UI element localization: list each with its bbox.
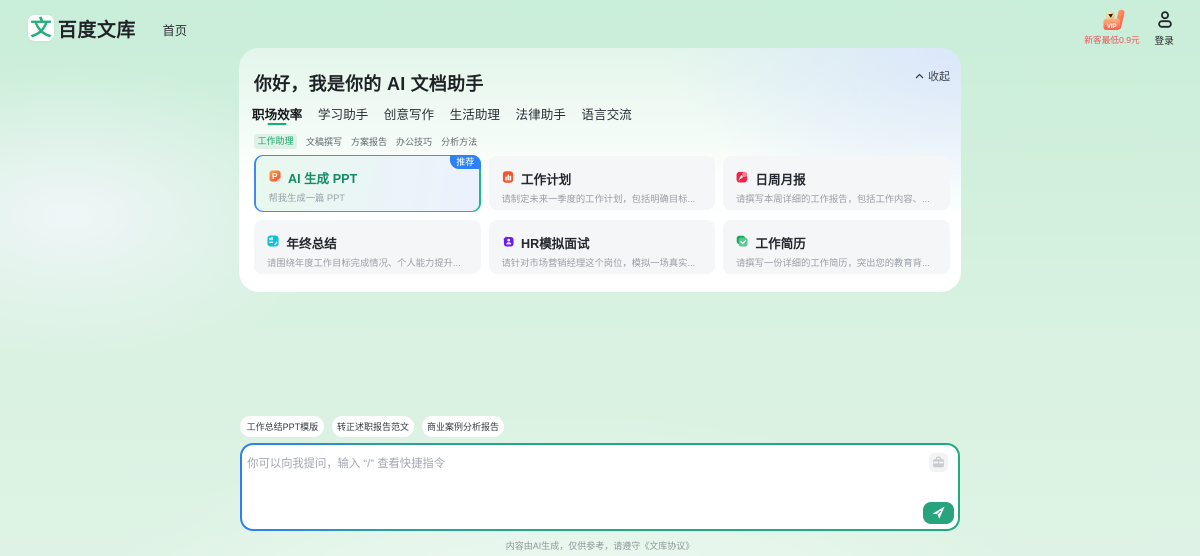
svg-text:P: P (272, 171, 278, 181)
svg-text:VIP: VIP (1107, 23, 1117, 30)
